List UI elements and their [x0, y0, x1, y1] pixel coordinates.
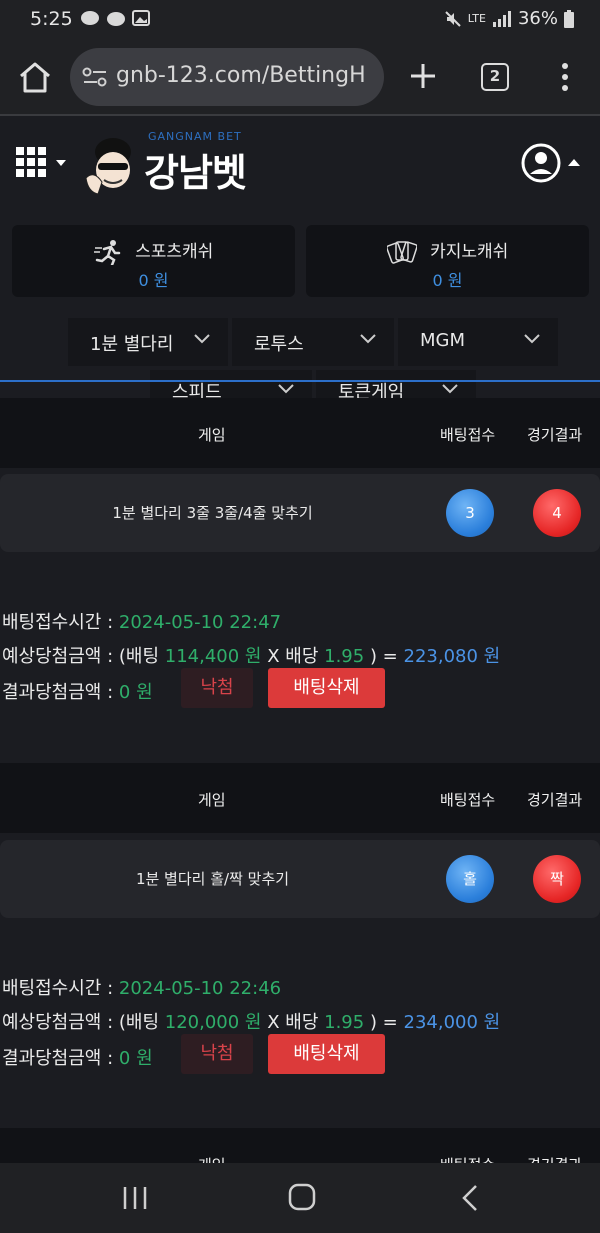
accept-ball: 홀 — [446, 855, 494, 903]
status-badge: 낙첨 — [181, 668, 253, 708]
site-header: GANGNAM BET 강남벳 — [0, 118, 600, 208]
casino-cash-value: 0 원 — [432, 271, 463, 290]
game-filter-bar: 1분 별다리 로투스 MGM 스피드 토큰게임 — [0, 318, 600, 398]
status-bar: 5:25 LTE 36% — [0, 0, 600, 38]
grid-menu-icon[interactable] — [16, 146, 68, 180]
logo-title: 강남벳 — [144, 151, 247, 195]
header-game: 게임 — [198, 1154, 226, 1163]
chevron-down-icon — [442, 384, 458, 394]
system-navigation-bar — [0, 1163, 600, 1233]
chevron-down-icon — [194, 334, 210, 344]
talk-icon — [81, 11, 99, 25]
filter-mgm[interactable]: MGM — [398, 318, 558, 366]
recent-apps-icon[interactable] — [122, 1185, 148, 1211]
result-ball: 4 — [533, 489, 581, 537]
expected-amount: 234,000 원 — [403, 1012, 501, 1033]
header-accept: 배팅접수 — [440, 426, 496, 444]
bet-table-header: 게임 배팅접수 경기결과 — [0, 763, 600, 833]
filter-token-game[interactable]: 토큰게임 — [316, 370, 476, 398]
site-settings-icon[interactable] — [82, 66, 108, 88]
filter-divider — [0, 380, 600, 382]
header-game: 게임 — [198, 426, 226, 444]
odds: 1.95 — [324, 646, 365, 667]
bet-time: 2024-05-10 22:47 — [118, 612, 282, 633]
sports-cash-label: 스포츠캐쉬 — [135, 242, 214, 262]
result-win-line: 결과당첨금액 : 0 원 — [2, 682, 153, 703]
cloud-chat-icon — [107, 12, 125, 26]
home-nav-icon[interactable] — [288, 1183, 316, 1211]
expected-amount: 223,080 원 — [403, 646, 501, 667]
new-tab-icon[interactable] — [406, 58, 440, 94]
result-ball: 짝 — [533, 855, 581, 903]
odds: 1.95 — [324, 1012, 365, 1033]
bet-time-line: 배팅접수시간 : 2024-05-10 22:46 — [2, 978, 282, 999]
browser-toolbar: gnb-123.com/BettingH 2 — [0, 38, 600, 116]
header-game: 게임 — [198, 791, 226, 809]
bet-amount: 120,000 원 — [164, 1012, 262, 1033]
battery-icon — [564, 9, 574, 28]
bet-time-line: 배팅접수시간 : 2024-05-10 22:47 — [2, 612, 282, 633]
header-result: 경기결과 — [527, 791, 583, 809]
chevron-down-icon — [278, 384, 294, 394]
network-label: LTE — [467, 12, 486, 25]
delete-bet-button[interactable]: 배팅삭제 — [268, 1034, 385, 1074]
home-icon[interactable] — [17, 60, 53, 94]
result-amount: 0 원 — [118, 1048, 153, 1069]
filter-1min-stardari[interactable]: 1분 별다리 — [68, 318, 228, 366]
header-result: 경기결과 — [527, 426, 583, 444]
url-text[interactable]: gnb-123.com/BettingH — [116, 63, 366, 88]
header-accept: 배팅접수 — [440, 1154, 495, 1163]
delete-bet-button[interactable]: 배팅삭제 — [268, 668, 385, 708]
filter-speed[interactable]: 스피드 — [150, 370, 312, 398]
chevron-down-icon — [360, 334, 376, 344]
more-menu-icon[interactable] — [556, 60, 574, 94]
sports-cash-box: 스포츠캐쉬 0 원 — [12, 225, 295, 297]
bet-amount: 114,400 원 — [164, 646, 262, 667]
header-result: 경기결과 — [527, 1154, 582, 1163]
bet-row: 1분 별다리 홀/짝 맞추기 홀 짝 — [0, 840, 600, 918]
filter-lotus[interactable]: 로투스 — [232, 318, 394, 366]
mute-icon — [444, 10, 461, 27]
back-icon[interactable] — [460, 1183, 480, 1213]
casino-cash-box: 카지노캐쉬 0 원 — [306, 225, 589, 297]
system-icons: LTE 36% — [444, 8, 574, 29]
running-icon — [93, 240, 120, 265]
bet-table-header: 게임 배팅접수 경기결과 — [0, 398, 600, 468]
image-icon — [132, 10, 150, 26]
result-win-line: 결과당첨금액 : 0 원 — [2, 1048, 153, 1069]
chevron-down-icon — [524, 334, 540, 344]
notification-icons — [80, 9, 150, 29]
site-logo[interactable]: GANGNAM BET 강남벳 — [84, 130, 264, 200]
status-badge: 낙첨 — [181, 1034, 253, 1074]
casino-cash-label: 카지노캐쉬 — [430, 242, 509, 262]
status-time: 5:25 — [30, 8, 73, 30]
address-bar[interactable]: gnb-123.com/BettingH — [70, 48, 384, 106]
user-account-icon[interactable] — [520, 142, 582, 184]
expected-win-line: 예상당첨금액 : (배팅 114,400 원 X 배당 1.95 ) = 223… — [2, 646, 501, 667]
bet-time: 2024-05-10 22:46 — [118, 978, 282, 999]
bet-game-title: 1분 별다리 3줄 3줄/4줄 맞추기 — [112, 504, 313, 522]
header-accept: 배팅접수 — [440, 791, 496, 809]
sports-cash-value: 0 원 — [138, 271, 169, 290]
accept-ball: 3 — [446, 489, 494, 537]
mascot-icon — [85, 138, 131, 195]
tab-switcher-button[interactable]: 2 — [481, 63, 509, 91]
bet-game-title: 1분 별다리 홀/짝 맞추기 — [135, 870, 290, 888]
expected-win-line: 예상당첨금액 : (배팅 120,000 원 X 배당 1.95 ) = 234… — [2, 1012, 501, 1033]
battery-percent: 36% — [517, 8, 558, 29]
bet-row: 1분 별다리 3줄 3줄/4줄 맞추기 3 4 — [0, 474, 600, 552]
signal-icon — [492, 10, 511, 27]
cards-icon — [386, 241, 417, 264]
result-amount: 0 원 — [118, 682, 153, 703]
bet-table-header: 게임 배팅접수 경기결과 — [0, 1128, 600, 1163]
